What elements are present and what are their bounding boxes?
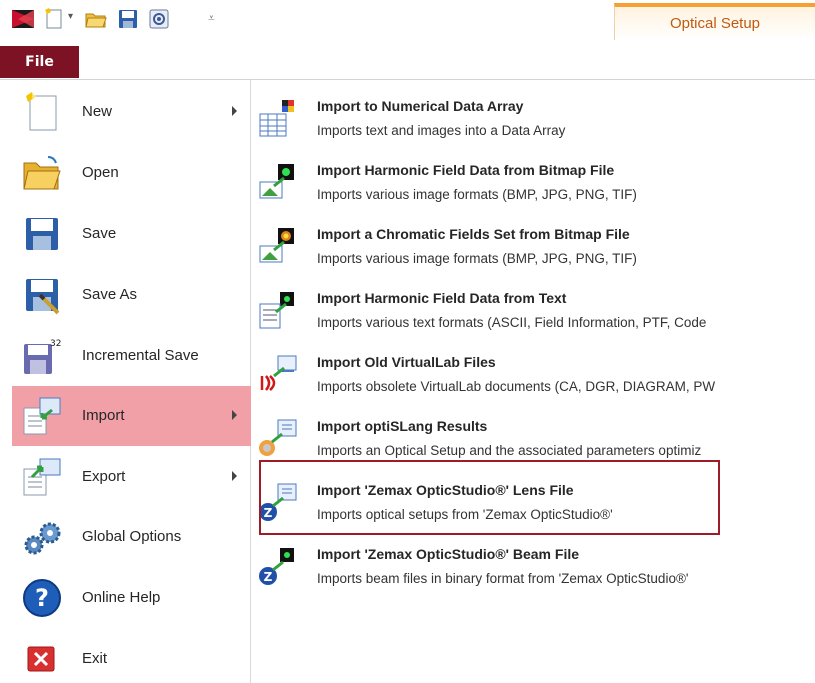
submenu-item-description: Imports obsolete VirtualLab documents (C…: [317, 379, 716, 394]
menu-item-label: Import: [82, 407, 125, 424]
menu-item-global-options[interactable]: Global Options: [12, 507, 251, 567]
chevron-right-icon: [232, 106, 237, 116]
submenu-item-description: Imports an Optical Setup and the associa…: [317, 443, 702, 458]
customize-toolbar-icon[interactable]: ⩡: [208, 11, 222, 25]
menu-item-label: Save: [82, 225, 117, 242]
backstage-left-menu: New Open Save Save As 32 Incremental Sav…: [0, 80, 251, 683]
submenu-item-description: Imports various image formats (BMP, JPG,…: [317, 251, 637, 266]
chevron-right-icon: [232, 410, 237, 420]
submenu-item-title: Import Old VirtualLab Files: [317, 354, 496, 370]
submenu-item-title: Import a Chromatic Fields Set from Bitma…: [317, 226, 630, 242]
save-as-icon: [26, 279, 60, 315]
submenu-item-description: Imports various image formats (BMP, JPG,…: [317, 187, 637, 202]
new-document-icon: [26, 92, 57, 131]
chevron-down-icon[interactable]: ▾: [68, 11, 78, 25]
submenu-item-title: Import optiSLang Results: [317, 418, 488, 434]
open-folder-icon: [23, 156, 61, 190]
menu-item-label: Online Help: [82, 589, 161, 606]
submenu-item-description: Imports various text formats (ASCII, Fie…: [317, 315, 707, 330]
import-icon: [23, 397, 61, 435]
incremental-save-icon: 32: [24, 339, 61, 374]
chevron-right-icon: [232, 471, 237, 481]
tab-optical-setup[interactable]: Optical Setup: [614, 3, 815, 40]
menu-item-label: Exit: [82, 650, 108, 667]
highlight-box: [259, 460, 720, 535]
menu-item-label: Export: [82, 468, 126, 485]
data-array-icon: [259, 100, 294, 137]
zemax-beam-icon: Z: [259, 548, 294, 585]
submenu-item-description: Imports text and images into a Data Arra…: [317, 123, 566, 138]
settings-icon[interactable]: [148, 8, 170, 30]
new-document-icon[interactable]: [43, 8, 65, 30]
submenu-item-import-harmonic-bitmap[interactable]: Import Harmonic Field Data from Bitmap F…: [252, 154, 815, 218]
menu-item-label: Global Options: [82, 528, 182, 545]
submenu-item-import-chromatic-fields-set[interactable]: Import a Chromatic Fields Set from Bitma…: [252, 218, 815, 282]
chromatic-bitmap-icon: [259, 228, 294, 263]
menu-item-label: Open: [82, 164, 119, 181]
menu-item-label: Incremental Save: [82, 347, 199, 364]
submenu-item-import-numerical-data-array[interactable]: Import to Numerical Data Array Imports t…: [252, 90, 815, 154]
bitmap-field-icon: [259, 164, 294, 199]
import-submenu: Import to Numerical Data Array Imports t…: [252, 80, 815, 683]
svg-text:32: 32: [50, 339, 61, 349]
submenu-item-title: Import Harmonic Field Data from Bitmap F…: [317, 162, 615, 178]
submenu-item-title: Import to Numerical Data Array: [317, 98, 524, 114]
virtuallab-icon: [260, 355, 297, 391]
svg-text:?: ?: [35, 584, 49, 612]
ribbon-menubar: [0, 42, 815, 80]
menu-item-incremental-save[interactable]: 32 Incremental Save: [12, 326, 251, 386]
menu-item-label: Save As: [82, 286, 138, 303]
save-disk-icon: [26, 218, 58, 250]
menu-item-new[interactable]: New: [12, 82, 251, 142]
svg-text:Z: Z: [264, 570, 273, 584]
menu-item-label: New: [82, 103, 113, 120]
optislang-icon: [259, 419, 297, 456]
submenu-item-description: Imports beam files in binary format from…: [317, 571, 689, 586]
menu-item-online-help[interactable]: ? Online Help: [12, 568, 251, 628]
save-disk-icon[interactable]: [117, 8, 139, 30]
open-folder-icon[interactable]: [85, 8, 107, 30]
menu-item-save[interactable]: Save: [12, 204, 251, 264]
help-icon: ?: [23, 579, 61, 617]
gears-icon: [24, 522, 61, 555]
submenu-item-import-harmonic-text[interactable]: Import Harmonic Field Data from Text Imp…: [252, 282, 815, 346]
app-logo-icon[interactable]: [12, 8, 34, 30]
submenu-item-import-zemax-beam[interactable]: Z Import 'Zemax OpticStudio®' Beam File …: [252, 538, 815, 602]
exit-icon: [27, 646, 55, 672]
submenu-item-import-old-virtuallab[interactable]: Import Old VirtualLab Files Imports obso…: [252, 346, 815, 410]
file-tab[interactable]: File: [0, 46, 79, 78]
menu-item-save-as[interactable]: Save As: [12, 265, 251, 325]
menu-item-export[interactable]: Export: [12, 447, 251, 507]
menu-item-exit[interactable]: Exit: [12, 629, 251, 683]
submenu-item-title: Import 'Zemax OpticStudio®' Beam File: [317, 546, 580, 562]
menu-item-import[interactable]: Import: [12, 386, 251, 446]
text-field-icon: [259, 292, 294, 329]
export-icon: [23, 458, 61, 496]
submenu-item-title: Import Harmonic Field Data from Text: [317, 290, 567, 306]
menu-item-open[interactable]: Open: [12, 143, 251, 203]
